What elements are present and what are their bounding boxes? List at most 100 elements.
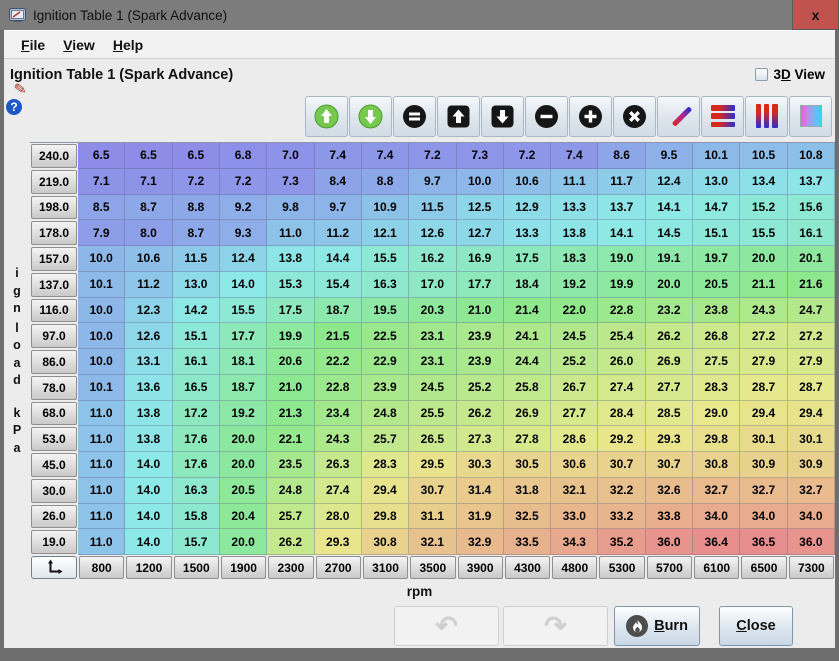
table-cell[interactable]: 21.0 [457, 298, 504, 324]
table-cell[interactable]: 8.0 [125, 220, 172, 246]
load-bin-header[interactable]: 137.0 [31, 273, 77, 297]
table-cell[interactable]: 22.2 [315, 349, 362, 375]
table-cell[interactable]: 28.3 [693, 375, 740, 401]
table-cell[interactable]: 13.8 [267, 246, 314, 272]
window-close-button[interactable]: x [793, 0, 838, 29]
table-cell[interactable]: 33.2 [598, 504, 645, 530]
table-cell[interactable]: 16.9 [457, 246, 504, 272]
table-cell[interactable]: 33.8 [646, 504, 693, 530]
table-cell[interactable]: 22.0 [551, 298, 598, 324]
table-cell[interactable]: 20.4 [220, 504, 267, 530]
table-cell[interactable]: 29.5 [409, 452, 456, 478]
table-cell[interactable]: 25.4 [598, 323, 645, 349]
table-cell[interactable]: 13.8 [125, 426, 172, 452]
table-cell[interactable]: 36.0 [788, 529, 835, 555]
table-cell[interactable]: 10.0 [457, 169, 504, 195]
table-cell[interactable]: 28.0 [315, 504, 362, 530]
table-cell[interactable]: 10.8 [788, 143, 835, 169]
table-cell[interactable]: 19.7 [693, 246, 740, 272]
table-cell[interactable]: 23.5 [267, 452, 314, 478]
table-cell[interactable]: 30.7 [646, 452, 693, 478]
load-bin-header[interactable]: 45.0 [31, 453, 77, 477]
load-bin-header[interactable]: 26.0 [31, 505, 77, 529]
table-cell[interactable]: 30.9 [788, 452, 835, 478]
table-cell[interactable]: 6.5 [78, 143, 125, 169]
table-cell[interactable]: 15.5 [220, 298, 267, 324]
table-cell[interactable]: 19.9 [598, 272, 645, 298]
table-cell[interactable]: 10.0 [78, 298, 125, 324]
table-cell[interactable]: 10.0 [78, 349, 125, 375]
table-cell[interactable]: 8.4 [315, 169, 362, 195]
table-cell[interactable]: 24.7 [788, 298, 835, 324]
table-cell[interactable]: 25.7 [267, 504, 314, 530]
table-cell[interactable]: 7.3 [457, 143, 504, 169]
table-cell[interactable]: 31.8 [504, 478, 551, 504]
table-cell[interactable]: 17.0 [409, 272, 456, 298]
table-cell[interactable]: 12.6 [125, 323, 172, 349]
close-button[interactable]: Close [719, 606, 793, 646]
table-cell[interactable]: 29.3 [315, 529, 362, 555]
table-cell[interactable]: 14.1 [598, 220, 645, 246]
table-cell[interactable]: 35.2 [598, 529, 645, 555]
table-cell[interactable]: 20.0 [220, 426, 267, 452]
color-gradient-button[interactable] [789, 96, 832, 137]
table-cell[interactable]: 13.3 [551, 195, 598, 221]
table-cell[interactable]: 30.3 [457, 452, 504, 478]
table-cell[interactable]: 33.5 [504, 529, 551, 555]
table-cell[interactable]: 11.2 [315, 220, 362, 246]
table-cell[interactable]: 20.5 [220, 478, 267, 504]
table-cell[interactable]: 7.1 [78, 169, 125, 195]
interpolate-button[interactable] [657, 96, 700, 137]
table-cell[interactable]: 14.0 [125, 452, 172, 478]
table-cell[interactable]: 26.9 [646, 349, 693, 375]
table-cell[interactable]: 11.5 [409, 195, 456, 221]
table-cell[interactable]: 17.5 [504, 246, 551, 272]
table-cell[interactable]: 10.5 [740, 143, 787, 169]
table-cell[interactable]: 16.3 [173, 478, 220, 504]
rpm-bin-header[interactable]: 1900 [221, 556, 266, 579]
table-cell[interactable]: 30.9 [740, 452, 787, 478]
table-cell[interactable]: 14.4 [315, 246, 362, 272]
table-cell[interactable]: 29.4 [788, 401, 835, 427]
table-cell[interactable]: 9.5 [646, 143, 693, 169]
rpm-bin-header[interactable]: 4800 [552, 556, 597, 579]
table-cell[interactable]: 26.7 [551, 375, 598, 401]
table-cell[interactable]: 17.7 [457, 272, 504, 298]
table-cell[interactable]: 24.3 [315, 426, 362, 452]
table-cell[interactable]: 15.6 [788, 195, 835, 221]
table-cell[interactable]: 12.1 [362, 220, 409, 246]
menu-file[interactable]: File [12, 35, 54, 55]
table-cell[interactable]: 29.4 [740, 401, 787, 427]
load-bin-header[interactable]: 53.0 [31, 427, 77, 451]
shift-up-button[interactable] [437, 96, 480, 137]
table-cell[interactable]: 13.8 [551, 220, 598, 246]
table-cell[interactable]: 7.3 [267, 169, 314, 195]
load-bin-header[interactable]: 240.0 [31, 144, 77, 168]
rpm-bin-header[interactable]: 3100 [363, 556, 408, 579]
table-cell[interactable]: 7.4 [362, 143, 409, 169]
table-cell[interactable]: 10.9 [362, 195, 409, 221]
table-cell[interactable]: 20.0 [740, 246, 787, 272]
load-bin-header[interactable]: 30.0 [31, 479, 77, 503]
rpm-bin-header[interactable]: 3500 [410, 556, 455, 579]
table-cell[interactable]: 26.2 [267, 529, 314, 555]
undo-button[interactable]: ↶ [394, 606, 499, 646]
table-cell[interactable]: 27.4 [598, 375, 645, 401]
table-cell[interactable]: 25.5 [409, 401, 456, 427]
table-cell[interactable]: 21.4 [504, 298, 551, 324]
table-cell[interactable]: 30.1 [740, 426, 787, 452]
load-bin-header[interactable]: 86.0 [31, 350, 77, 374]
table-cell[interactable]: 18.3 [551, 246, 598, 272]
table-cell[interactable]: 29.0 [693, 401, 740, 427]
table-cell[interactable]: 36.5 [740, 529, 787, 555]
table-cell[interactable]: 12.7 [457, 220, 504, 246]
table-cell[interactable]: 19.0 [598, 246, 645, 272]
table-cell[interactable]: 11.7 [598, 169, 645, 195]
rpm-bin-header[interactable]: 4300 [505, 556, 550, 579]
view-3d-checkbox[interactable] [755, 68, 768, 81]
burn-button[interactable]: Burn [614, 606, 700, 646]
table-cell[interactable]: 13.6 [125, 375, 172, 401]
decrement-cells-button[interactable] [349, 96, 392, 137]
table-cell[interactable]: 20.5 [693, 272, 740, 298]
table-cell[interactable]: 9.7 [315, 195, 362, 221]
